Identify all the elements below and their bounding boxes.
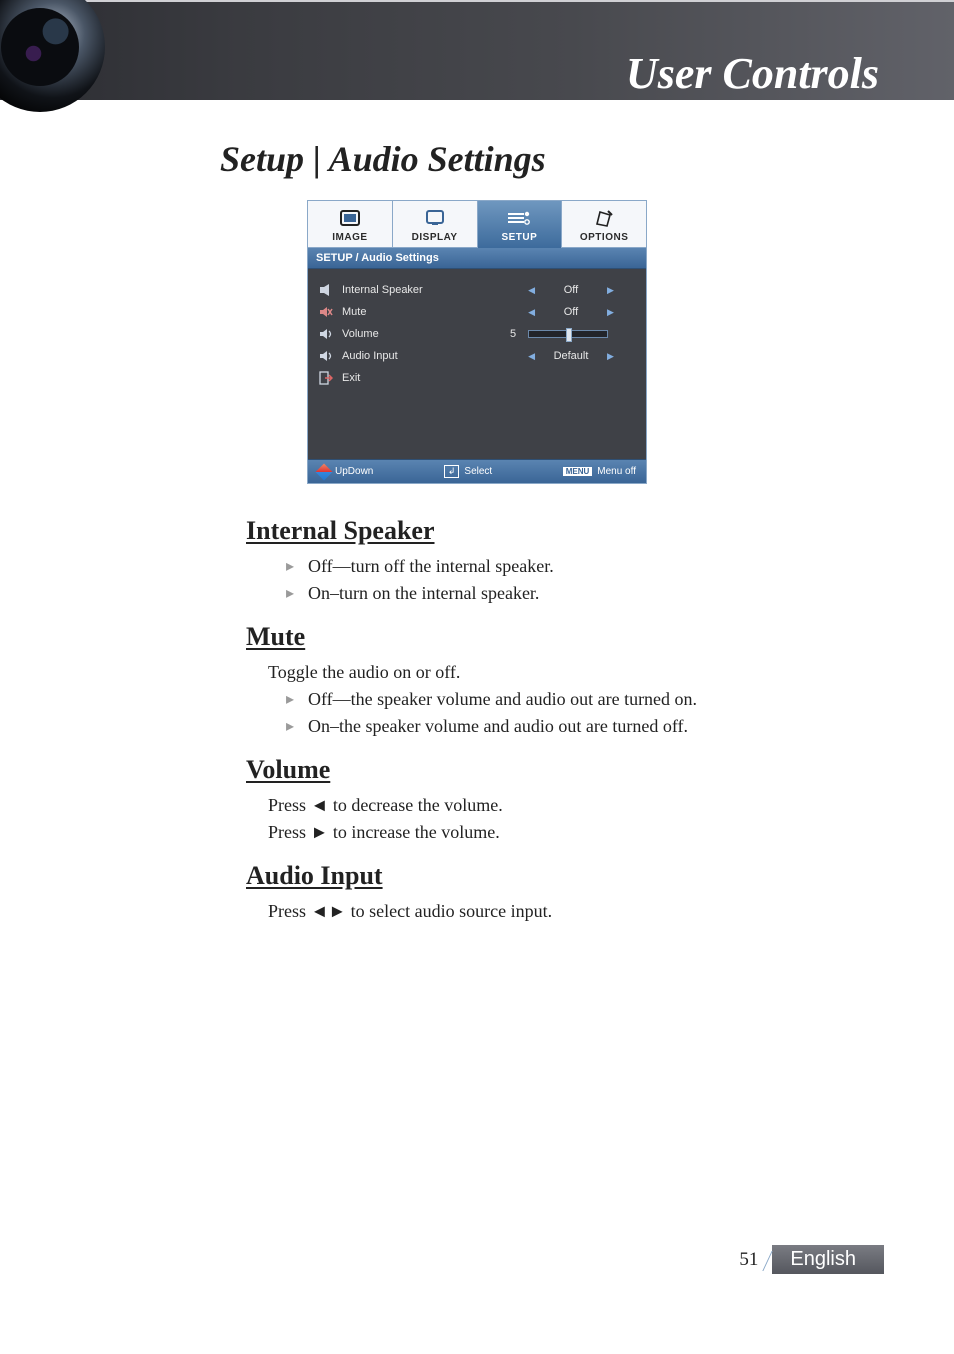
chevron-right-icon: ▶: [607, 351, 614, 362]
list-internal-speaker: Off—turn off the internal speaker. On–tu…: [286, 556, 864, 604]
content: Internal Speaker Off—turn off the intern…: [250, 516, 864, 922]
page-footer: 51 English: [739, 1245, 884, 1274]
display-icon: [393, 207, 477, 229]
osd-row-volume[interactable]: Volume 5: [318, 323, 636, 345]
chevron-left-icon: ◀: [528, 307, 535, 318]
lens-decoration: [0, 0, 105, 112]
osd-footer: UpDown ↲ Select MENU Menu off: [308, 459, 646, 483]
options-icon: [562, 207, 646, 229]
list-item: On–the speaker volume and audio out are …: [286, 716, 864, 737]
osd-row-label: Audio Input: [342, 350, 498, 362]
para-mute-intro: Toggle the audio on or off.: [268, 662, 864, 683]
osd-tabs: IMAGE DISPLAY SETUP OPTIONS: [308, 201, 646, 248]
osd-row-label: Internal Speaker: [342, 284, 498, 296]
page-title: Setup | Audio Settings: [220, 138, 954, 180]
osd-foot-menuoff: Menu off: [597, 466, 636, 477]
mute-icon: [318, 304, 334, 320]
osd-tab-label: IMAGE: [308, 232, 392, 243]
osd-tab-label: OPTIONS: [562, 232, 646, 243]
osd-row-audio-input[interactable]: Audio Input ◀ Default ▶: [318, 345, 636, 367]
osd-tab-image[interactable]: IMAGE: [308, 201, 393, 248]
list-item: On–turn on the internal speaker.: [286, 583, 864, 604]
menu-badge: MENU: [563, 467, 593, 476]
osd-breadcrumb: SETUP / Audio Settings: [308, 248, 646, 269]
list-item: Off—turn off the internal speaker.: [286, 556, 864, 577]
exit-icon: [318, 370, 334, 386]
heading-mute: Mute: [246, 622, 864, 652]
para-volume-inc: Press ► to increase the volume.: [268, 822, 864, 843]
osd-row-label: Volume: [342, 328, 498, 340]
volume-slider[interactable]: [528, 330, 608, 338]
chevron-right-icon: ▶: [607, 307, 614, 318]
osd-body: Internal Speaker ◀ Off ▶ Mute ◀ Off ▶ Vo…: [308, 269, 646, 459]
page-number: 51: [739, 1249, 762, 1271]
osd-row-value: Off: [541, 306, 601, 318]
osd-foot-updown: UpDown: [335, 466, 373, 477]
audio-input-icon: [318, 348, 334, 364]
volume-icon: [318, 326, 334, 342]
para-audio-input: Press ◄► to select audio source input.: [268, 901, 864, 922]
osd-tab-setup[interactable]: SETUP: [478, 201, 563, 248]
updown-icon: [316, 463, 333, 480]
heading-volume: Volume: [246, 755, 864, 785]
chevron-left-icon: ◀: [528, 351, 535, 362]
chevron-left-icon: ◀: [528, 285, 535, 296]
osd-panel: IMAGE DISPLAY SETUP OPTIONS SETUP / Audi…: [307, 200, 647, 484]
osd-row-value: Off: [541, 284, 601, 296]
osd-row-value: Default: [541, 350, 601, 362]
speaker-icon: [318, 282, 334, 298]
osd-row-internal-speaker[interactable]: Internal Speaker ◀ Off ▶: [318, 279, 636, 301]
osd-row-mute[interactable]: Mute ◀ Off ▶: [318, 301, 636, 323]
slider-knob[interactable]: [566, 328, 572, 342]
enter-icon: ↲: [444, 465, 460, 478]
osd-tab-options[interactable]: OPTIONS: [562, 201, 646, 248]
page-header: User Controls: [0, 0, 954, 100]
chevron-right-icon: ▶: [607, 285, 614, 296]
language-badge: English: [772, 1245, 884, 1274]
section-title: User Controls: [626, 48, 879, 99]
heading-audio-input: Audio Input: [246, 861, 864, 891]
osd-row-value: 5: [506, 328, 520, 340]
osd-row-label: Mute: [342, 306, 498, 318]
osd-row-exit[interactable]: Exit: [318, 367, 636, 389]
osd-row-label: Exit: [342, 372, 636, 384]
setup-icon: [478, 207, 562, 229]
heading-internal-speaker: Internal Speaker: [246, 516, 864, 546]
osd-foot-select: Select: [464, 466, 492, 477]
osd-tab-display[interactable]: DISPLAY: [393, 201, 478, 248]
osd-tab-label: DISPLAY: [393, 232, 477, 243]
image-icon: [308, 207, 392, 229]
list-item: Off—the speaker volume and audio out are…: [286, 689, 864, 710]
osd-tab-label: SETUP: [478, 232, 562, 243]
para-volume-dec: Press ◄ to decrease the volume.: [268, 795, 864, 816]
list-mute: Off—the speaker volume and audio out are…: [286, 689, 864, 737]
